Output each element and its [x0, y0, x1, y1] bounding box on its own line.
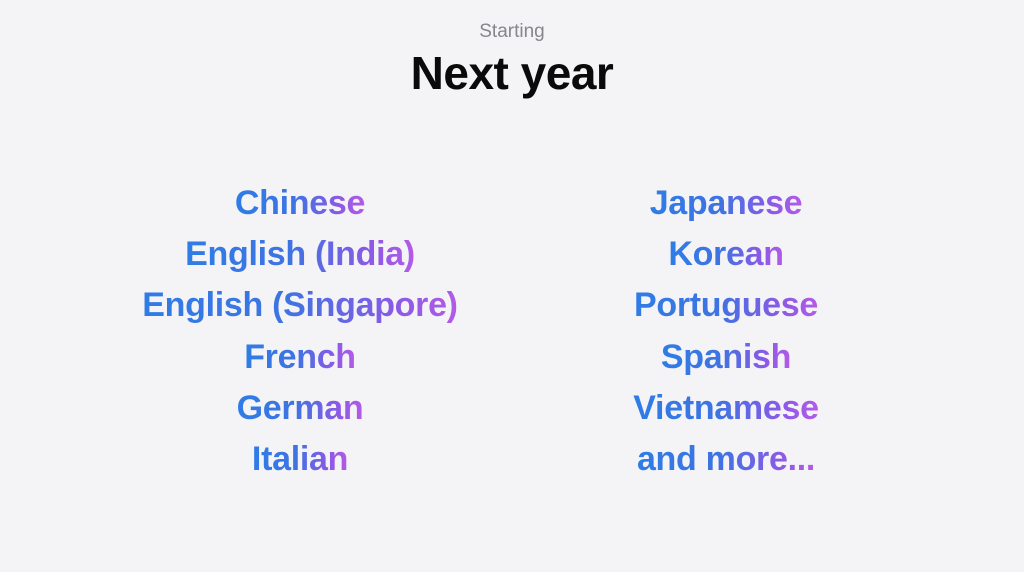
- language-item: Portuguese: [634, 280, 818, 331]
- language-item: Vietnamese: [633, 383, 819, 434]
- language-item: Japanese: [650, 178, 803, 229]
- language-list-right: Japanese Korean Portuguese Spanish Vietn…: [516, 178, 936, 485]
- language-item: French: [244, 332, 356, 383]
- page-title: Next year: [410, 47, 614, 99]
- language-item: English (Singapore): [142, 280, 458, 331]
- subtitle-starting: Starting: [479, 21, 545, 42]
- language-item: Italian: [252, 434, 348, 485]
- language-list-left: Chinese English (India) English (Singapo…: [90, 178, 510, 485]
- language-item: English (India): [185, 229, 415, 280]
- language-item: German: [237, 383, 364, 434]
- language-item-more: and more...: [637, 434, 815, 485]
- language-item: Chinese: [235, 178, 365, 229]
- language-item: Spanish: [661, 332, 791, 383]
- language-item: Korean: [668, 229, 784, 280]
